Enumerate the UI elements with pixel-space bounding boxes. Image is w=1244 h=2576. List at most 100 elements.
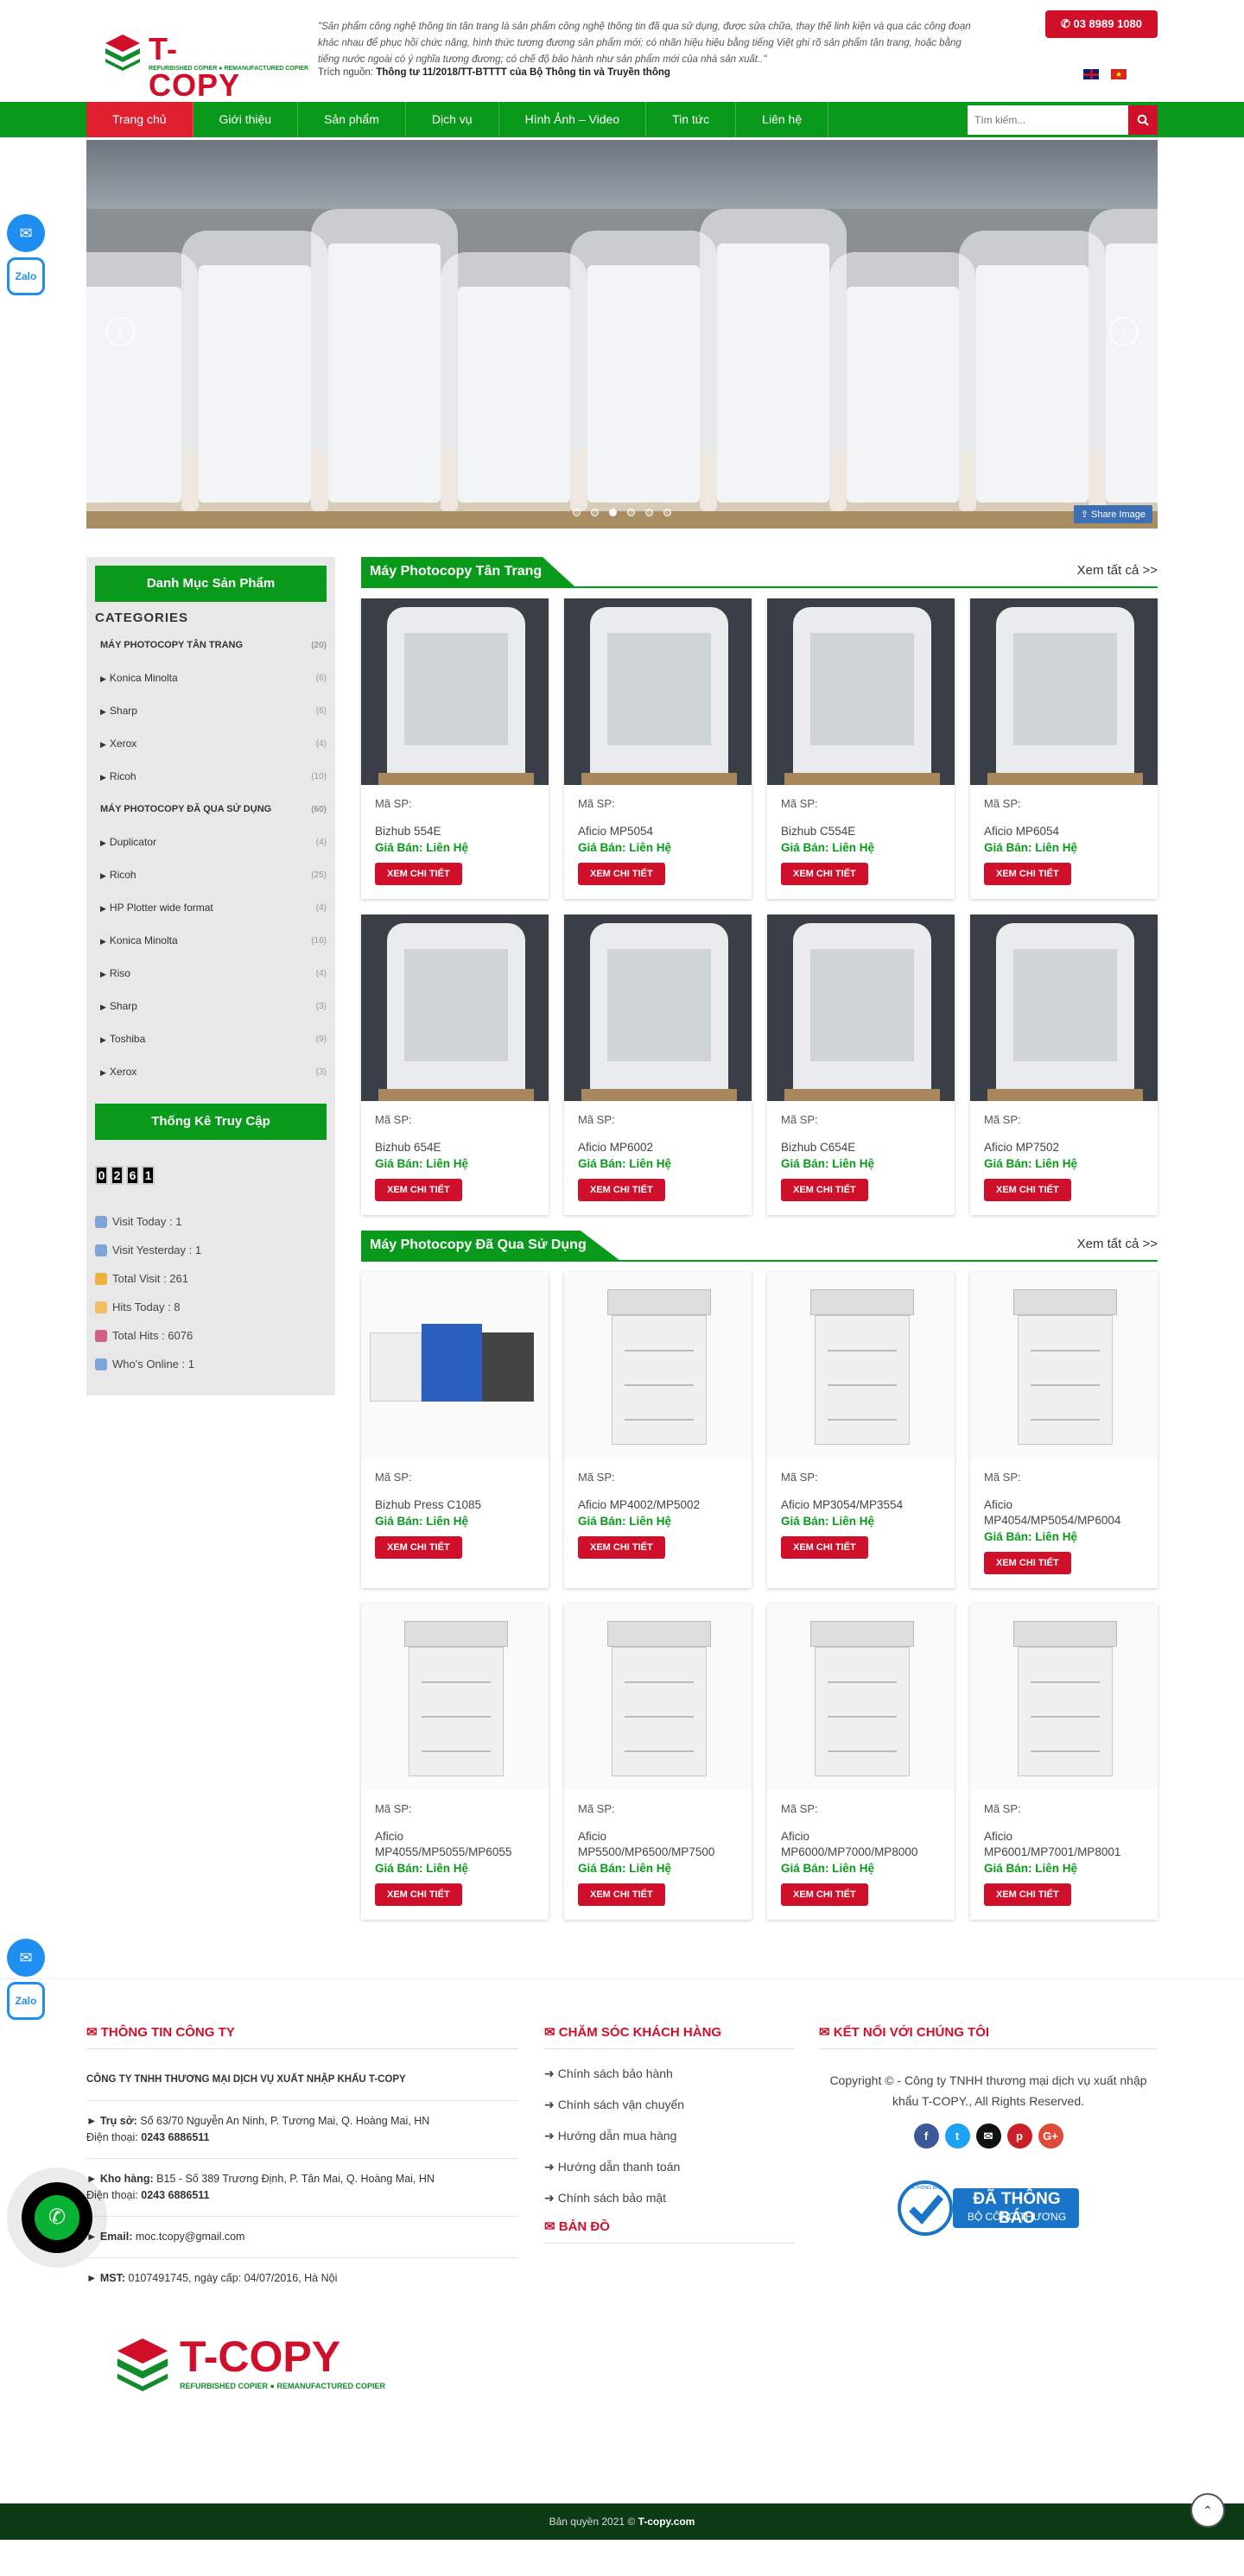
slider-dot[interactable] — [591, 509, 599, 516]
category-item[interactable]: ▶ Konica Minolta (6) — [95, 661, 327, 694]
product-name[interactable]: Aficio MP6001/MP7001/MP8001 — [984, 1829, 1144, 1860]
view-detail-button[interactable]: XEM CHI TIẾT — [375, 1536, 462, 1559]
product-card[interactable]: Mã SP: Aficio MP6002 Giá Bán: Liên Hệ XEM C… — [564, 915, 752, 1215]
product-image[interactable] — [564, 1272, 752, 1459]
product-name[interactable]: Aficio MP5500/MP6500/MP7500 — [578, 1829, 738, 1860]
flag-en-icon[interactable] — [1083, 69, 1099, 79]
product-card[interactable]: Mã SP: Aficio MP6054 Giá Bán: Liên Hệ XEM C… — [970, 598, 1158, 899]
category-item[interactable]: ▶ Duplicator (4) — [95, 826, 327, 858]
product-name[interactable]: Aficio MP4054/MP5054/MP6004 — [984, 1497, 1144, 1529]
product-card[interactable]: Mã SP: Aficio MP6001/MP7001/MP8001 Giá Bán… — [970, 1604, 1158, 1920]
view-detail-button[interactable]: XEM CHI TIẾT — [578, 1883, 665, 1906]
nav-products[interactable]: Sản phẩm — [298, 102, 406, 137]
product-card[interactable]: Mã SP: Aficio MP6000/MP7000/MP8000 Giá Bán… — [767, 1604, 955, 1920]
product-card[interactable]: Mã SP: Bizhub C554E Giá Bán: Liên Hệ XEM CH… — [767, 598, 955, 899]
category-item[interactable]: ▶ Ricoh (10) — [95, 760, 327, 793]
category-item[interactable]: ▶ Sharp (6) — [95, 694, 327, 727]
twitter-icon[interactable]: t — [944, 2123, 970, 2149]
search-input[interactable] — [968, 104, 1128, 135]
category-item[interactable]: ▶ Toshiba (9) — [95, 1022, 327, 1055]
product-image[interactable] — [564, 598, 752, 785]
slider-dot[interactable] — [645, 509, 653, 516]
product-image[interactable] — [970, 1272, 1158, 1459]
see-all-link[interactable]: Xem tất cả >> — [1077, 563, 1158, 578]
view-detail-button[interactable]: XEM CHI TIẾT — [578, 1536, 665, 1559]
product-image[interactable] — [767, 1604, 955, 1790]
view-detail-button[interactable]: XEM CHI TIẾT — [984, 1179, 1071, 1201]
product-card[interactable]: Mã SP: Aficio MP7502 Giá Bán: Liên Hệ XEM C… — [970, 915, 1158, 1215]
product-image[interactable] — [361, 1272, 549, 1459]
product-image[interactable] — [361, 598, 549, 785]
product-card[interactable]: Mã SP: Aficio MP5054 Giá Bán: Liên Hệ XEM C… — [564, 598, 752, 899]
product-card[interactable]: Mã SP: Bizhub 554E Giá Bán: Liên Hệ XEM CHI… — [361, 598, 549, 899]
product-name[interactable]: Aficio MP4002/MP5002 — [578, 1497, 738, 1513]
category-item[interactable]: MÁY PHOTOCOPY ĐÃ QUA SỬ DỤNG (60) — [95, 793, 327, 826]
slider-dot[interactable] — [627, 509, 635, 516]
ministry-badge[interactable]: ĐÃ THÔNG BÁO ĐÃ THÔNG BÁO BỘ CÔNG THƯƠNG — [896, 2180, 1081, 2237]
product-card[interactable]: Mã SP: Aficio MP3054/MP3554 Giá Bán: Liên … — [767, 1272, 955, 1588]
product-name[interactable]: Bizhub C554E — [781, 824, 941, 839]
nav-news[interactable]: Tin tức — [646, 102, 737, 137]
view-detail-button[interactable]: XEM CHI TIẾT — [578, 863, 665, 885]
product-image[interactable] — [767, 915, 955, 1101]
product-image[interactable] — [970, 915, 1158, 1101]
view-detail-button[interactable]: XEM CHI TIẾT — [781, 1179, 868, 1201]
product-name[interactable]: Aficio MP6054 — [984, 824, 1144, 839]
category-item[interactable]: ▶ Konica Minolta (16) — [95, 924, 327, 957]
view-detail-button[interactable]: XEM CHI TIẾT — [984, 1552, 1071, 1574]
product-name[interactable]: Aficio MP7502 — [984, 1140, 1144, 1155]
product-image[interactable] — [564, 1604, 752, 1790]
category-item[interactable]: ▶ Ricoh (25) — [95, 858, 327, 891]
product-card[interactable]: Mã SP: Aficio MP4055/MP5055/MP6055 Giá Bán… — [361, 1604, 549, 1920]
nav-home[interactable]: Trang chủ — [86, 102, 194, 137]
messenger-icon[interactable]: ✉ — [7, 1939, 45, 1977]
product-card[interactable]: Mã SP: Bizhub Press C1085 Giá Bán: Liên Hệ… — [361, 1272, 549, 1588]
nav-gallery[interactable]: Hình Ảnh – Video — [499, 102, 647, 137]
slider-dot[interactable] — [663, 509, 671, 516]
care-link[interactable]: ➜ Chính sách bảo mật — [544, 2182, 795, 2213]
nav-services[interactable]: Dịch vụ — [406, 102, 499, 137]
product-image[interactable] — [970, 598, 1158, 785]
view-detail-button[interactable]: XEM CHI TIẾT — [578, 1179, 665, 1201]
product-card[interactable]: Mã SP: Bizhub C654E Giá Bán: Liên Hệ XEM CH… — [767, 915, 955, 1215]
view-detail-button[interactable]: XEM CHI TIẾT — [781, 863, 868, 885]
product-card[interactable]: Mã SP: Aficio MP5500/MP6500/MP7500 Giá Bán… — [564, 1604, 752, 1920]
product-name[interactable]: Bizhub Press C1085 — [375, 1497, 535, 1513]
facebook-icon[interactable]: f — [913, 2123, 939, 2149]
product-name[interactable]: Bizhub 554E — [375, 824, 535, 839]
product-image[interactable] — [970, 1604, 1158, 1790]
view-detail-button[interactable]: XEM CHI TIẾT — [375, 863, 462, 885]
google-plus-icon[interactable]: G+ — [1038, 2123, 1063, 2149]
category-item[interactable]: ▶ Xerox (4) — [95, 727, 327, 760]
share-image-button[interactable]: ⇪ Share Image — [1073, 505, 1152, 523]
call-button[interactable]: ✆ — [7, 2168, 107, 2268]
nav-about[interactable]: Giới thiệu — [194, 102, 299, 137]
back-to-top-button[interactable]: ⌃ — [1190, 2493, 1225, 2528]
zalo-icon[interactable]: Zalo — [7, 1982, 45, 2020]
search-button[interactable] — [1128, 104, 1158, 135]
email-icon[interactable]: ✉ — [975, 2123, 1001, 2149]
flag-vn-icon[interactable]: ★ — [1111, 69, 1127, 79]
product-card[interactable]: Mã SP: Aficio MP4002/MP5002 Giá Bán: Liên … — [564, 1272, 752, 1588]
slider-prev-button[interactable]: ‹ — [105, 317, 135, 346]
category-item[interactable]: ▶ Sharp (3) — [95, 990, 327, 1022]
slider-dot[interactable] — [573, 509, 581, 516]
view-detail-button[interactable]: XEM CHI TIẾT — [984, 863, 1071, 885]
view-detail-button[interactable]: XEM CHI TIẾT — [375, 1179, 462, 1201]
pinterest-icon[interactable]: p — [1006, 2123, 1032, 2149]
hotline-button[interactable]: ✆ 03 8989 1080 — [1044, 10, 1158, 38]
slider-next-button[interactable]: › — [1109, 317, 1139, 346]
slider-dot[interactable] — [609, 509, 617, 516]
nav-contact[interactable]: Liên hệ — [736, 102, 829, 137]
product-name[interactable]: Bizhub C654E — [781, 1140, 941, 1155]
product-name[interactable]: Bizhub 654E — [375, 1140, 535, 1155]
product-image[interactable] — [361, 1604, 549, 1790]
product-name[interactable]: Aficio MP6002 — [578, 1140, 738, 1155]
category-item[interactable]: ▶ Riso (4) — [95, 957, 327, 990]
view-detail-button[interactable]: XEM CHI TIẾT — [781, 1883, 868, 1906]
product-card[interactable]: Mã SP: Bizhub 654E Giá Bán: Liên Hệ XEM CHI… — [361, 915, 549, 1215]
product-name[interactable]: Aficio MP6000/MP7000/MP8000 — [781, 1829, 941, 1860]
product-card[interactable]: Mã SP: Aficio MP4054/MP5054/MP6004 Giá Bán… — [970, 1272, 1158, 1588]
view-detail-button[interactable]: XEM CHI TIẾT — [781, 1536, 868, 1559]
view-detail-button[interactable]: XEM CHI TIẾT — [375, 1883, 462, 1906]
